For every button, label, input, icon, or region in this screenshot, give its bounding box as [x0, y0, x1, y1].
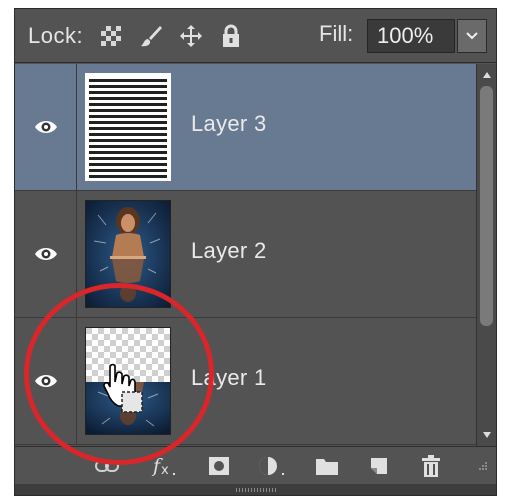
scroll-down-arrow[interactable] — [477, 426, 497, 444]
fill-label: Fill: — [319, 21, 354, 46]
layer-name[interactable]: Layer 3 — [191, 111, 266, 137]
resize-grip-icon[interactable] — [471, 455, 491, 477]
new-layer-icon[interactable] — [367, 455, 391, 477]
lock-label: Lock: — [28, 22, 84, 48]
triangle-up-icon — [483, 72, 491, 78]
new-group-icon[interactable] — [315, 455, 339, 477]
layer-style-fx-icon[interactable]: f x — [151, 455, 181, 477]
layer-name[interactable]: Layer 2 — [191, 238, 266, 264]
lock-transparent-pixels-icon[interactable] — [99, 24, 123, 48]
fill-input[interactable]: 100% — [367, 19, 455, 53]
adjustment-layer-icon[interactable] — [257, 455, 289, 477]
eye-icon — [34, 121, 57, 133]
drag-hand-cursor-icon — [103, 363, 143, 413]
delete-layer-icon[interactable] — [419, 455, 443, 477]
lock-bar: Lock: Fill: 100% — [15, 9, 496, 63]
lock-image-pixels-icon[interactable] — [139, 24, 163, 48]
visibility-toggle[interactable] — [15, 64, 77, 190]
layer-mask-icon[interactable] — [207, 455, 231, 477]
layers-scrollbar[interactable] — [476, 64, 496, 446]
triangle-down-icon — [483, 432, 491, 438]
lock-position-icon[interactable] — [179, 24, 203, 48]
fill-dropdown-button[interactable] — [457, 19, 487, 53]
lock-all-icon[interactable] — [219, 24, 243, 48]
layer-thumbnail[interactable] — [85, 73, 171, 181]
scroll-up-arrow[interactable] — [477, 66, 497, 84]
chevron-down-icon — [466, 32, 478, 40]
svg-text:x: x — [161, 463, 169, 477]
panel-resize-handle[interactable] — [15, 484, 496, 495]
eye-icon — [34, 248, 57, 260]
scroll-thumb[interactable] — [480, 86, 493, 326]
grip-lines-icon — [235, 487, 276, 492]
layer-row-3[interactable]: Layer 3 — [15, 64, 476, 191]
